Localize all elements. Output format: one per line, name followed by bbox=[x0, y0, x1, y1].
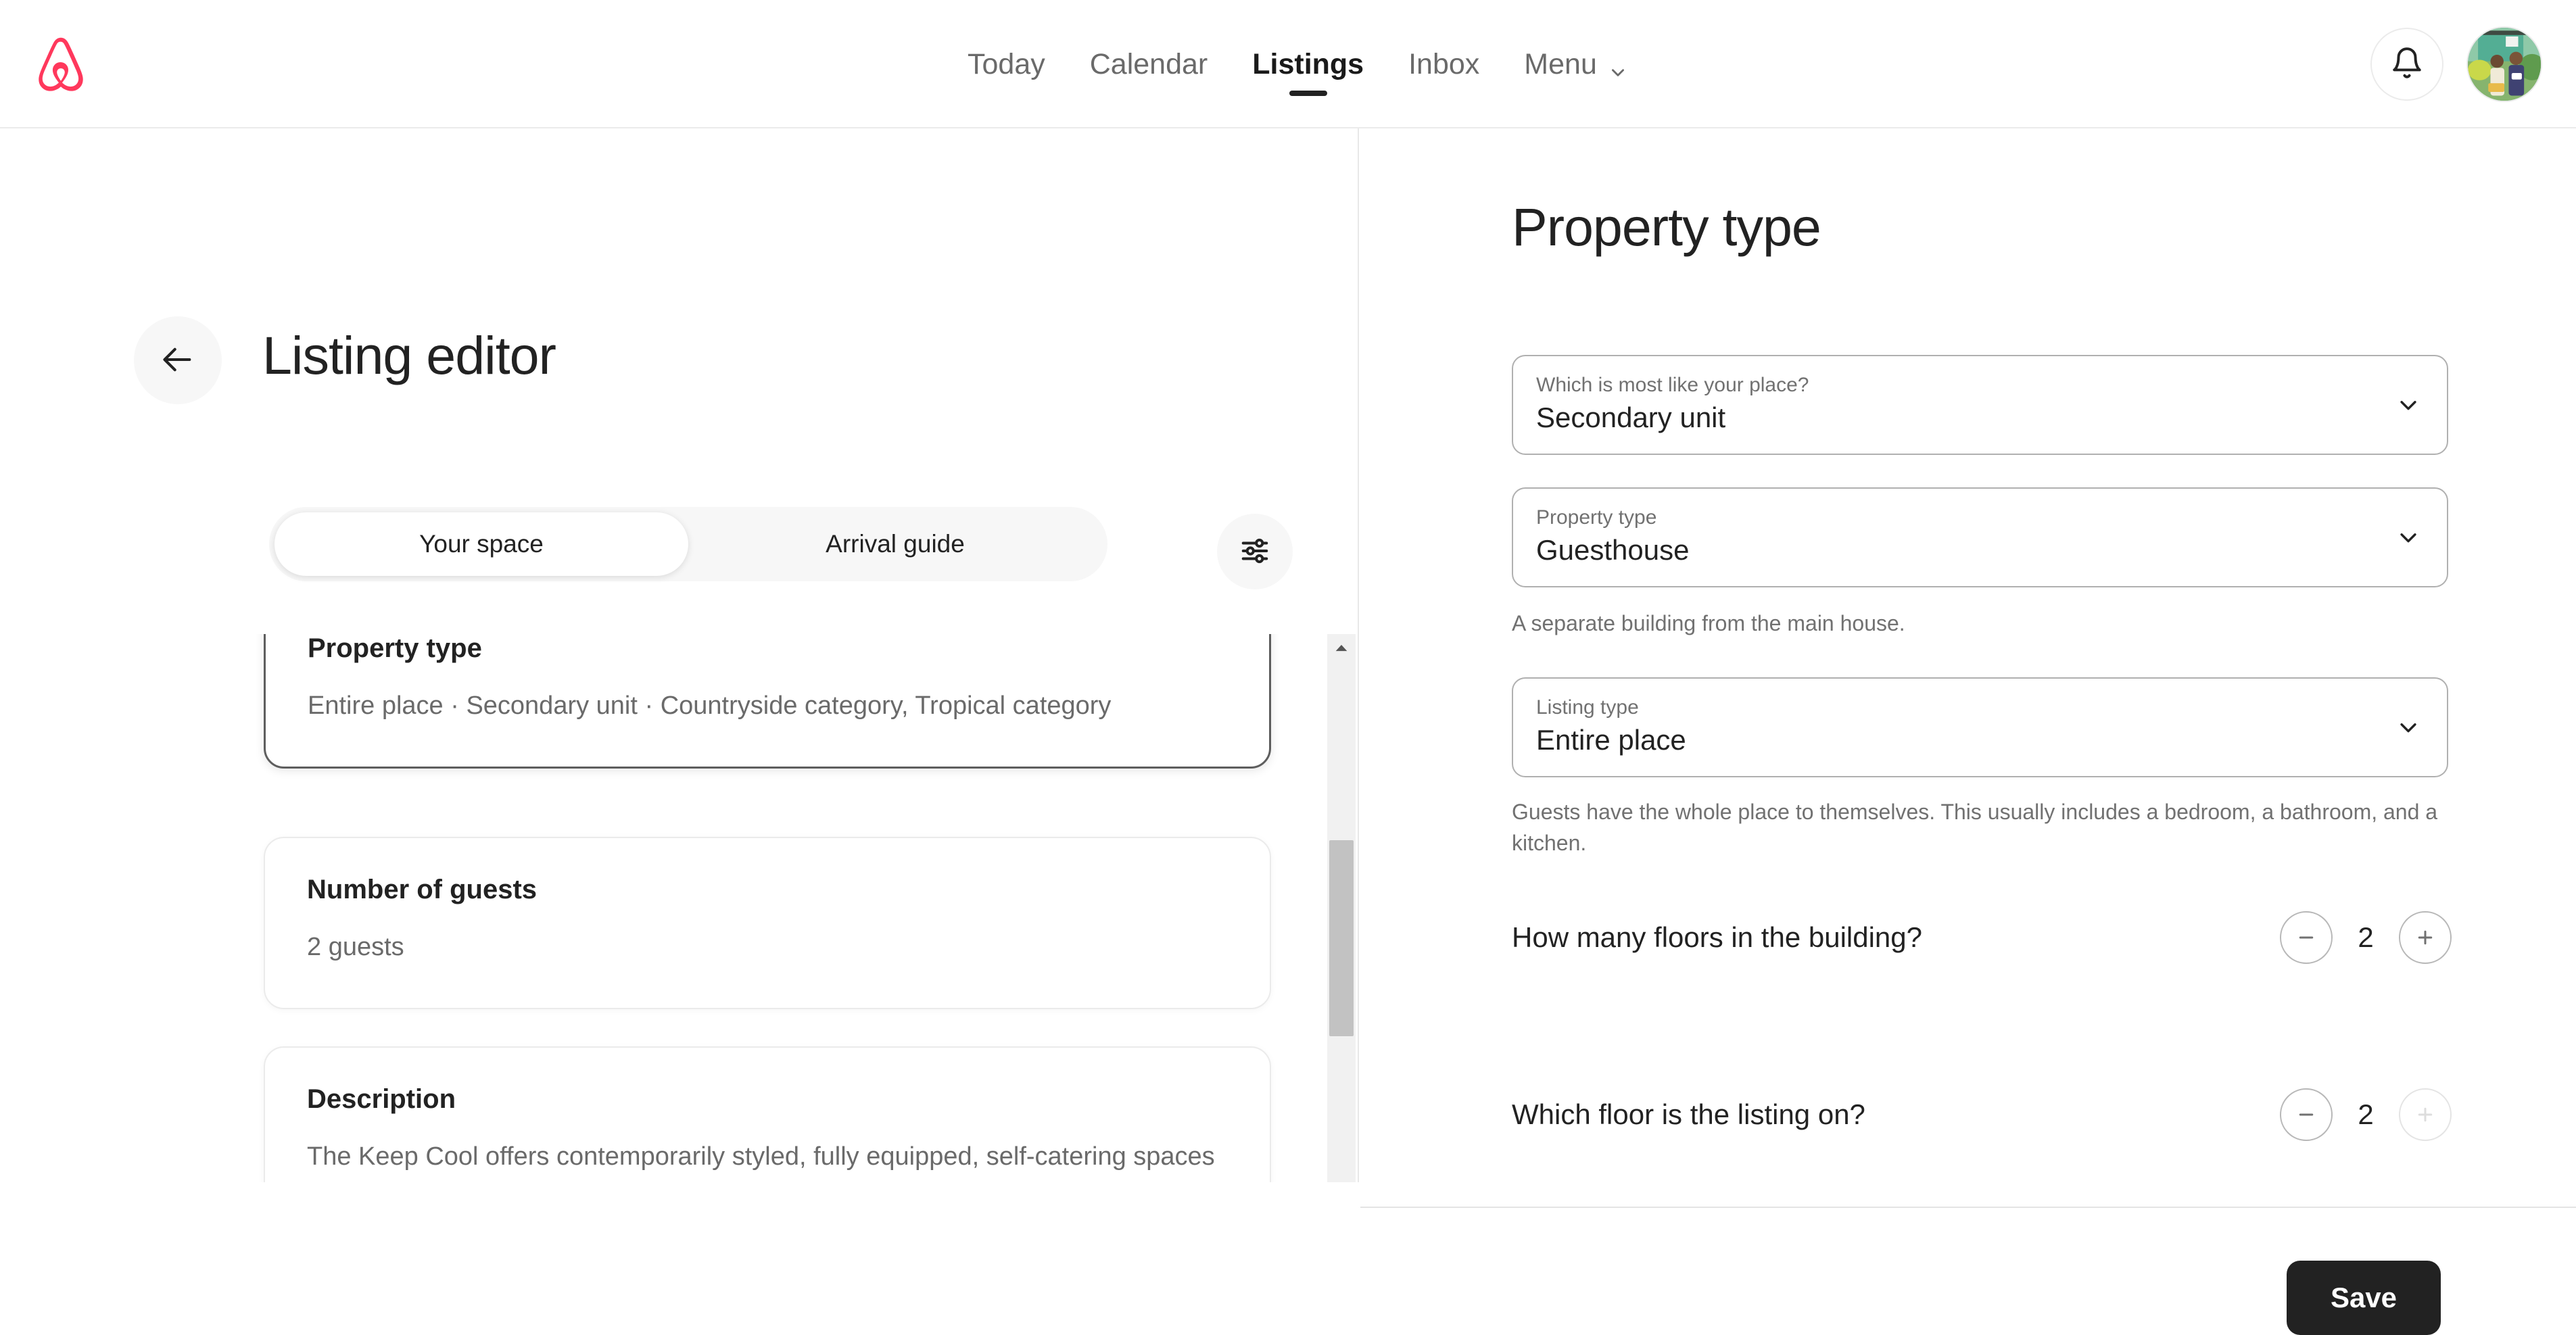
app-header: Today Calendar Listings Inbox Menu bbox=[0, 0, 2576, 128]
body-area: Listing editor Your space Arrival guide bbox=[0, 128, 2576, 1182]
chevron-down-icon bbox=[2397, 526, 2420, 549]
stepper-label: How many floors in the building? bbox=[1512, 921, 1922, 954]
card-body: The Keep Cool offers contemporarily styl… bbox=[307, 1139, 1228, 1182]
nav-label: Menu bbox=[1524, 48, 1597, 81]
plus-icon bbox=[2415, 927, 2435, 948]
nav-label: Inbox bbox=[1408, 48, 1479, 81]
page-title: Listing editor bbox=[262, 324, 556, 387]
notifications-button[interactable] bbox=[2370, 28, 2443, 101]
card-body: Entire place · Secondary unit · Countrys… bbox=[308, 688, 1227, 725]
card-property-type[interactable]: Property type Entire place · Secondary u… bbox=[264, 634, 1271, 769]
stepper-label: Which floor is the listing on? bbox=[1512, 1098, 1865, 1131]
avatar[interactable] bbox=[2466, 26, 2542, 102]
listing-section-list: Property type Entire place · Secondary u… bbox=[0, 634, 1359, 1182]
minus-icon bbox=[2296, 927, 2316, 948]
filter-button[interactable] bbox=[1217, 514, 1293, 589]
tab-arrival-guide[interactable]: Arrival guide bbox=[688, 512, 1102, 576]
right-panel-title: Property type bbox=[1512, 196, 1821, 258]
decrement-button[interactable] bbox=[2280, 911, 2333, 964]
nav-label: Today bbox=[968, 48, 1045, 81]
nav-item-calendar[interactable]: Calendar bbox=[1068, 0, 1231, 128]
stepper-listing-floor: Which floor is the listing on? 2 bbox=[1512, 1084, 2452, 1145]
chevron-down-icon bbox=[2397, 393, 2420, 416]
nav-label: Calendar bbox=[1090, 48, 1208, 81]
field-value: Secondary unit bbox=[1536, 402, 2427, 434]
nav-item-listings[interactable]: Listings bbox=[1230, 0, 1386, 128]
select-listing-type[interactable]: Listing type Entire place bbox=[1512, 677, 2448, 777]
card-title: Description bbox=[307, 1084, 1228, 1115]
right-panel: Property type Which is most like your pl… bbox=[1360, 128, 2576, 1182]
stepper-floors-in-building: How many floors in the building? 2 bbox=[1512, 907, 2452, 968]
card-title: Property type bbox=[308, 634, 1227, 664]
increment-button[interactable] bbox=[2399, 911, 2452, 964]
airbnb-logo[interactable] bbox=[31, 34, 91, 97]
chevron-down-icon bbox=[2397, 716, 2420, 739]
increment-button[interactable] bbox=[2399, 1088, 2452, 1141]
save-button[interactable]: Save bbox=[2287, 1261, 2441, 1335]
arrow-left-icon bbox=[160, 342, 195, 379]
back-button[interactable] bbox=[134, 316, 222, 404]
card-description[interactable]: Description The Keep Cool offers contemp… bbox=[264, 1046, 1271, 1182]
nav-item-today[interactable]: Today bbox=[945, 0, 1068, 128]
tab-your-space[interactable]: Your space bbox=[275, 512, 688, 576]
scrollbar-thumb[interactable] bbox=[1329, 840, 1354, 1036]
field-label: Property type bbox=[1536, 506, 2427, 529]
field-value: Guesthouse bbox=[1536, 534, 2427, 566]
stepper-value: 2 bbox=[2333, 921, 2399, 954]
nav-item-menu[interactable]: Menu bbox=[1502, 0, 1649, 128]
stepper-control: 2 bbox=[2280, 1088, 2452, 1141]
select-property-type[interactable]: Property type Guesthouse bbox=[1512, 487, 2448, 587]
helper-text-listing-type: Guests have the whole place to themselve… bbox=[1512, 796, 2458, 859]
plus-icon bbox=[2415, 1105, 2435, 1125]
field-value: Entire place bbox=[1536, 724, 2427, 756]
tab-label: Arrival guide bbox=[826, 530, 965, 558]
chevron-down-icon bbox=[1609, 55, 1627, 73]
tab-label: Your space bbox=[419, 530, 544, 558]
bell-icon bbox=[2390, 46, 2424, 83]
stepper-control: 2 bbox=[2280, 911, 2452, 964]
card-title: Number of guests bbox=[307, 875, 1228, 905]
space-guide-tabs: Your space Arrival guide bbox=[269, 507, 1107, 581]
card-body: 2 guests bbox=[307, 929, 1228, 966]
minus-icon bbox=[2296, 1105, 2316, 1125]
caret-up-icon bbox=[1335, 641, 1348, 655]
stepper-value: 2 bbox=[2333, 1098, 2399, 1131]
listing-list-scrollbar[interactable] bbox=[1327, 634, 1356, 1182]
field-label: Listing type bbox=[1536, 696, 2427, 719]
footer-bar: Save bbox=[1360, 1208, 2576, 1311]
header-actions bbox=[2370, 0, 2542, 128]
scroll-up-button[interactable] bbox=[1327, 634, 1356, 662]
nav-label: Listings bbox=[1252, 48, 1364, 81]
left-panel: Listing editor Your space Arrival guide bbox=[0, 128, 1359, 1182]
select-most-like-your-place[interactable]: Which is most like your place? Secondary… bbox=[1512, 355, 2448, 455]
sliders-icon bbox=[1239, 535, 1270, 568]
card-number-of-guests[interactable]: Number of guests 2 guests bbox=[264, 837, 1271, 1009]
main-nav: Today Calendar Listings Inbox Menu bbox=[945, 0, 1649, 128]
decrement-button[interactable] bbox=[2280, 1088, 2333, 1141]
nav-item-inbox[interactable]: Inbox bbox=[1386, 0, 1502, 128]
field-label: Which is most like your place? bbox=[1536, 374, 2427, 396]
helper-text-property-type: A separate building from the main house. bbox=[1512, 608, 2458, 639]
